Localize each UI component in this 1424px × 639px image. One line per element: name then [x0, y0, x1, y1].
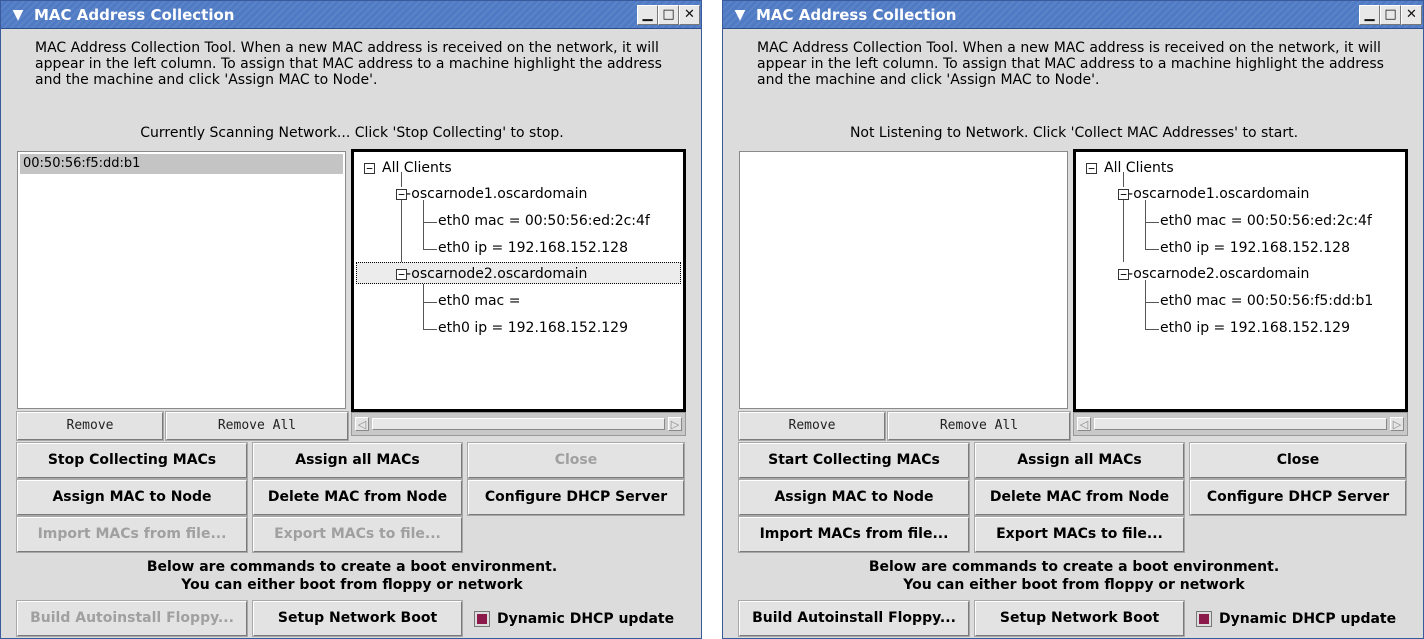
mac-address-list[interactable] — [739, 151, 1068, 409]
import-macs-button[interactable]: Import MACs from file... — [16, 516, 248, 553]
dynamic-dhcp-label: Dynamic DHCP update — [497, 611, 675, 627]
arrow-left-icon[interactable]: ◁ — [355, 417, 369, 431]
boot-info: Below are commands to create a boot envi… — [1, 558, 701, 594]
tree-connector — [423, 302, 437, 303]
title-bar[interactable]: ▼ MAC Address Collection ▁ □ ✕ — [723, 1, 1423, 29]
assign-all-macs-button[interactable]: Assign all MACs — [252, 442, 463, 479]
tree-leaf-mac[interactable]: eth0 mac = 00:50:56:ed:2c:4f — [1160, 211, 1372, 231]
checkbox-checked-icon[interactable] — [474, 611, 490, 627]
tree-leaf-ip[interactable]: eth0 ip = 192.168.152.129 — [1160, 318, 1350, 338]
minus-box-icon[interactable]: − — [364, 163, 375, 174]
chevron-down-icon[interactable]: ▼ — [731, 6, 749, 24]
tree-node-oscarnode2[interactable]: -oscarnode2.oscardomain — [1128, 264, 1309, 284]
delete-mac-button[interactable]: Delete MAC from Node — [252, 479, 463, 516]
start-collecting-button[interactable]: Start Collecting MACs — [738, 442, 970, 479]
client-tree[interactable]: − All Clients − -oscarnode1.oscardomain … — [1073, 149, 1408, 412]
scrollbar-thumb[interactable] — [1094, 418, 1387, 430]
tree-root[interactable]: All Clients — [382, 158, 452, 178]
tree-node-oscarnode1[interactable]: -oscarnode1.oscardomain — [406, 184, 587, 204]
dynamic-dhcp-checkbox[interactable]: Dynamic DHCP update — [1196, 604, 1422, 634]
mac-collection-window-idle: ▼ MAC Address Collection ▁ □ ✕ MAC Addre… — [722, 0, 1424, 639]
configure-dhcp-button[interactable]: Configure DHCP Server — [1189, 479, 1407, 516]
tree-leaf-mac[interactable]: eth0 mac = 00:50:56:ed:2c:4f — [438, 211, 650, 231]
close-icon[interactable]: ✕ — [679, 5, 700, 25]
tree-connector — [423, 200, 424, 250]
arrow-left-icon[interactable]: ◁ — [1077, 417, 1091, 431]
build-floppy-button[interactable]: Build Autoinstall Floppy... — [16, 600, 248, 637]
maximize-icon[interactable]: □ — [658, 5, 679, 25]
checkbox-checked-icon[interactable] — [1196, 611, 1212, 627]
tree-connector — [1123, 192, 1124, 262]
tree-connector — [1145, 329, 1159, 330]
close-icon[interactable]: ✕ — [1401, 5, 1422, 25]
delete-mac-button[interactable]: Delete MAC from Node — [974, 479, 1185, 516]
tree-root[interactable]: All Clients — [1104, 158, 1174, 178]
tree-connector — [423, 280, 424, 330]
arrow-right-icon[interactable]: ▷ — [1390, 417, 1404, 431]
remove-button[interactable]: Remove — [738, 411, 886, 441]
stop-collecting-button[interactable]: Stop Collecting MACs — [16, 442, 248, 479]
import-macs-button[interactable]: Import MACs from file... — [738, 516, 970, 553]
setup-network-boot-button[interactable]: Setup Network Boot — [974, 600, 1185, 637]
mac-collection-window-scanning: ▼ MAC Address Collection ▁ □ ✕ MAC Addre… — [0, 0, 702, 639]
minimize-icon[interactable]: ▁ — [1359, 5, 1380, 25]
boot-info-line-2: You can either boot from floppy or netwo… — [181, 577, 523, 593]
arrow-right-icon[interactable]: ▷ — [668, 417, 682, 431]
tree-connector — [1145, 280, 1146, 330]
tree-connector — [1145, 302, 1159, 303]
dynamic-dhcp-label: Dynamic DHCP update — [1219, 611, 1397, 627]
export-macs-button[interactable]: Export MACs to file... — [252, 516, 463, 553]
remove-all-button[interactable]: Remove All — [887, 411, 1071, 441]
window-title: MAC Address Collection — [34, 6, 235, 24]
assign-mac-button[interactable]: Assign MAC to Node — [16, 479, 248, 516]
chevron-down-icon[interactable]: ▼ — [9, 6, 27, 24]
minus-box-icon[interactable]: − — [1086, 163, 1097, 174]
remove-button[interactable]: Remove — [16, 411, 164, 441]
tree-leaf-ip[interactable]: eth0 ip = 192.168.152.128 — [438, 238, 628, 258]
close-button[interactable]: Close — [1189, 442, 1407, 479]
list-item[interactable]: 00:50:56:f5:dd:b1 — [20, 154, 343, 174]
boot-info-line-1: Below are commands to create a boot envi… — [146, 559, 558, 575]
close-button[interactable]: Close — [467, 442, 685, 479]
tool-description: MAC Address Collection Tool. When a new … — [35, 40, 662, 88]
tree-leaf-mac[interactable]: eth0 mac = 00:50:56:f5:dd:b1 — [1160, 291, 1373, 311]
window-title: MAC Address Collection — [756, 6, 957, 24]
tree-leaf-ip[interactable]: eth0 ip = 192.168.152.129 — [438, 318, 628, 338]
boot-info-line-1: Below are commands to create a boot envi… — [868, 559, 1280, 575]
tree-connector — [401, 192, 402, 262]
tree-leaf-mac[interactable]: eth0 mac = — [438, 291, 520, 311]
tree-leaf-ip[interactable]: eth0 ip = 192.168.152.128 — [1160, 238, 1350, 258]
scrollbar-thumb[interactable] — [372, 418, 665, 430]
tree-horizontal-scrollbar[interactable]: ◁ ▷ — [351, 412, 686, 436]
mac-address-list[interactable]: 00:50:56:f5:dd:b1 — [17, 151, 346, 409]
scan-status: Not Listening to Network. Click 'Collect… — [849, 125, 1299, 141]
tree-connector — [1145, 222, 1159, 223]
assign-all-macs-button[interactable]: Assign all MACs — [974, 442, 1185, 479]
build-floppy-button[interactable]: Build Autoinstall Floppy... — [738, 600, 970, 637]
remove-all-button[interactable]: Remove All — [165, 411, 349, 441]
boot-info-line-2: You can either boot from floppy or netwo… — [903, 577, 1245, 593]
boot-info: Below are commands to create a boot envi… — [723, 558, 1423, 594]
setup-network-boot-button[interactable]: Setup Network Boot — [252, 600, 463, 637]
configure-dhcp-button[interactable]: Configure DHCP Server — [467, 479, 685, 516]
tree-horizontal-scrollbar[interactable]: ◁ ▷ — [1073, 412, 1408, 436]
tree-node-oscarnode1[interactable]: -oscarnode1.oscardomain — [1128, 184, 1309, 204]
tree-node-oscarnode2[interactable]: -oscarnode2.oscardomain — [406, 264, 587, 284]
tree-connector — [1145, 249, 1159, 250]
tree-connector — [423, 329, 437, 330]
tool-description: MAC Address Collection Tool. When a new … — [757, 40, 1384, 88]
minimize-icon[interactable]: ▁ — [637, 5, 658, 25]
maximize-icon[interactable]: □ — [1380, 5, 1401, 25]
export-macs-button[interactable]: Export MACs to file... — [974, 516, 1185, 553]
client-tree[interactable]: − All Clients − -oscarnode1.oscardomain … — [351, 149, 686, 412]
scan-status: Currently Scanning Network... Click 'Sto… — [140, 125, 564, 141]
tree-connector — [423, 249, 437, 250]
dynamic-dhcp-checkbox[interactable]: Dynamic DHCP update — [474, 604, 700, 634]
assign-mac-button[interactable]: Assign MAC to Node — [738, 479, 970, 516]
title-bar[interactable]: ▼ MAC Address Collection ▁ □ ✕ — [1, 1, 701, 29]
tree-connector — [423, 222, 437, 223]
tree-connector — [1145, 200, 1146, 250]
